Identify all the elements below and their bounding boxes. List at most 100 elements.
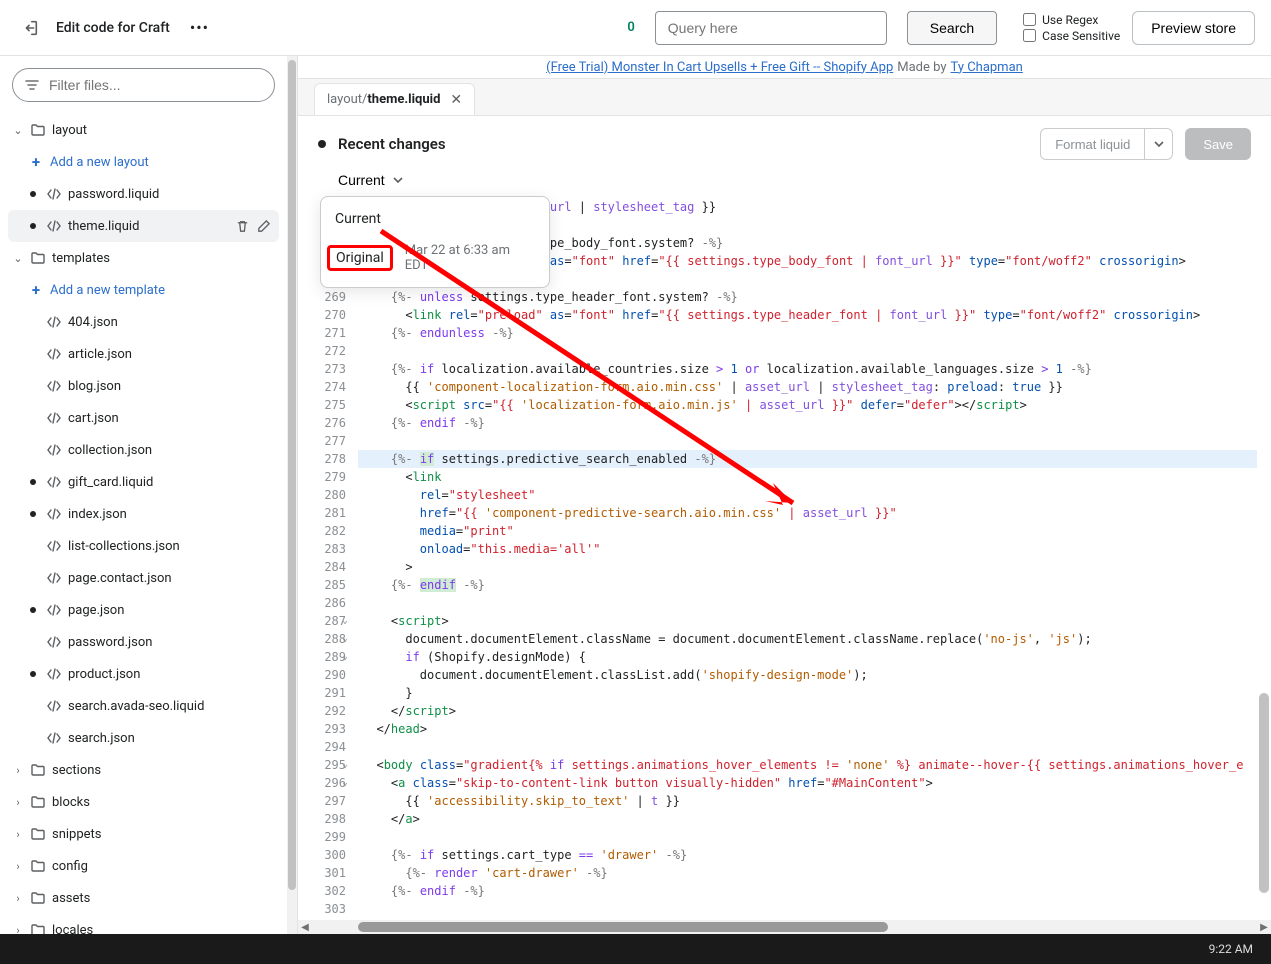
folder-icon	[30, 762, 46, 778]
editor-scrollbar-vertical[interactable]	[1257, 198, 1271, 920]
folder-row[interactable]: › config	[8, 850, 279, 882]
folder-icon	[30, 826, 46, 842]
tree-label: snippets	[52, 827, 275, 842]
exit-icon	[21, 19, 39, 37]
editor-scroll-thumb-v[interactable]	[1259, 693, 1269, 893]
file-row[interactable]: search.avada-seo.liquid	[8, 690, 279, 722]
folder-row[interactable]: ⌄ layout	[8, 114, 279, 146]
tree-label: theme.liquid	[68, 219, 229, 234]
tree-label: 404.json	[68, 315, 275, 330]
dropdown-item-original[interactable]: Original Mar 22 at 6:33 am EDT	[321, 235, 549, 281]
file-row[interactable]: page.json	[8, 594, 279, 626]
folder-row[interactable]: ›locales	[8, 914, 279, 934]
file-row[interactable]: theme.liquid	[8, 210, 279, 242]
search-button[interactable]: Search	[907, 11, 997, 45]
scroll-left-icon[interactable]: ◀	[298, 920, 312, 934]
file-row[interactable]: article.json	[8, 338, 279, 370]
rename-file-button[interactable]	[256, 219, 271, 234]
tree-label: Add a new template	[50, 283, 275, 298]
editor-scrollbar-horizontal[interactable]: ◀ ▶	[298, 920, 1271, 934]
file-row[interactable]: gift_card.liquid	[8, 466, 279, 498]
file-row[interactable]: list-collections.json	[8, 530, 279, 562]
query-input[interactable]	[655, 11, 887, 45]
dropdown-item-current[interactable]: Current	[321, 203, 549, 235]
code-file-icon	[46, 634, 62, 650]
use-regex-option[interactable]: Use Regex	[1023, 13, 1120, 27]
tree-label: layout	[52, 123, 275, 138]
format-liquid-caret[interactable]	[1145, 128, 1173, 160]
preview-store-button[interactable]: Preview store	[1132, 11, 1255, 45]
editor-toolbar: Recent changes Format liquid Save	[298, 116, 1271, 168]
tree-label: password.liquid	[68, 187, 275, 202]
recent-changes-title: Recent changes	[338, 135, 446, 153]
chevron-down-icon	[1154, 139, 1164, 149]
tree-label: article.json	[68, 347, 275, 362]
format-liquid-button[interactable]: Format liquid	[1040, 128, 1145, 160]
code-file-icon	[46, 666, 62, 682]
promo-author-link[interactable]: Ty Chapman	[951, 60, 1023, 75]
save-button[interactable]: Save	[1185, 128, 1251, 160]
folder-row[interactable]: ›sections	[8, 754, 279, 786]
editor-scroll-thumb-h[interactable]	[358, 922, 888, 932]
file-row[interactable]: product.json	[8, 658, 279, 690]
chevron-icon: ›	[12, 892, 24, 905]
case-sensitive-option[interactable]: Case Sensitive	[1023, 29, 1120, 43]
folder-row[interactable]: ›snippets	[8, 818, 279, 850]
tab-theme-liquid[interactable]: layout/theme.liquid ✕	[314, 83, 475, 115]
use-regex-checkbox[interactable]	[1023, 13, 1036, 26]
file-row[interactable]: collection.json	[8, 434, 279, 466]
file-row[interactable]: page.contact.json	[8, 562, 279, 594]
recent-changes-dropdown[interactable]: Current	[338, 168, 403, 192]
file-row[interactable]: cart.json	[8, 402, 279, 434]
folder-row[interactable]: ⌄ templates	[8, 242, 279, 274]
line-gutter: 2642652662672682692702712722732742752762…	[298, 198, 358, 920]
add-link[interactable]: +Add a new layout	[8, 146, 279, 178]
tree-label: locales	[52, 923, 275, 935]
page-title: Edit code for Craft	[56, 20, 170, 36]
folder-icon	[30, 922, 46, 934]
code-file-icon	[46, 506, 62, 522]
os-taskbar: 9:22 AM	[0, 934, 1271, 964]
tree-label: index.json	[68, 507, 275, 522]
promo-made-by: Made by	[897, 60, 946, 75]
code-file-icon	[46, 698, 62, 714]
case-sensitive-checkbox[interactable]	[1023, 29, 1036, 42]
sidebar-scroll-thumb[interactable]	[288, 60, 296, 890]
chevron-icon: ›	[12, 860, 24, 873]
code-file-icon	[46, 538, 62, 554]
chevron-icon: ⌄	[12, 252, 24, 265]
add-link[interactable]: +Add a new template	[8, 274, 279, 306]
chevron-icon: ⌄	[12, 124, 24, 137]
folder-row[interactable]: ›blocks	[8, 786, 279, 818]
tree-label: templates	[52, 251, 275, 266]
tree-label: collection.json	[68, 443, 275, 458]
folder-icon	[30, 122, 46, 138]
code-content[interactable]: {{ 'base.css' | asset_url | stylesheet_t…	[358, 198, 1257, 920]
file-row[interactable]: search.json	[8, 722, 279, 754]
file-row[interactable]: password.json	[8, 626, 279, 658]
chevron-icon: ›	[12, 764, 24, 777]
clock: 9:22 AM	[1209, 942, 1253, 956]
back-button[interactable]	[16, 14, 44, 42]
file-row[interactable]: password.liquid	[8, 178, 279, 210]
close-tab-button[interactable]: ✕	[450, 92, 462, 108]
tree-label: blocks	[52, 795, 275, 810]
file-sidebar: ⌄ layout +Add a new layout password.liquid t…	[0, 56, 287, 934]
tree-label: config	[52, 859, 275, 874]
promo-link[interactable]: (Free Trial) Monster In Cart Upsells + F…	[546, 60, 893, 75]
scroll-right-icon[interactable]: ▶	[1257, 920, 1271, 934]
file-row[interactable]: index.json	[8, 498, 279, 530]
code-file-icon	[46, 570, 62, 586]
chevron-down-icon	[393, 175, 403, 185]
more-menu-button[interactable]: •••	[190, 18, 209, 37]
sidebar-scrollbar[interactable]	[287, 56, 297, 934]
filter-files-input[interactable]	[12, 68, 275, 102]
folder-row[interactable]: ›assets	[8, 882, 279, 914]
folder-icon	[30, 794, 46, 810]
tree-label: cart.json	[68, 411, 275, 426]
code-file-icon	[46, 186, 62, 202]
file-row[interactable]: blog.json	[8, 370, 279, 402]
code-editor[interactable]: 2642652662672682692702712722732742752762…	[298, 198, 1271, 920]
file-row[interactable]: 404.json	[8, 306, 279, 338]
delete-file-button[interactable]	[235, 219, 250, 234]
